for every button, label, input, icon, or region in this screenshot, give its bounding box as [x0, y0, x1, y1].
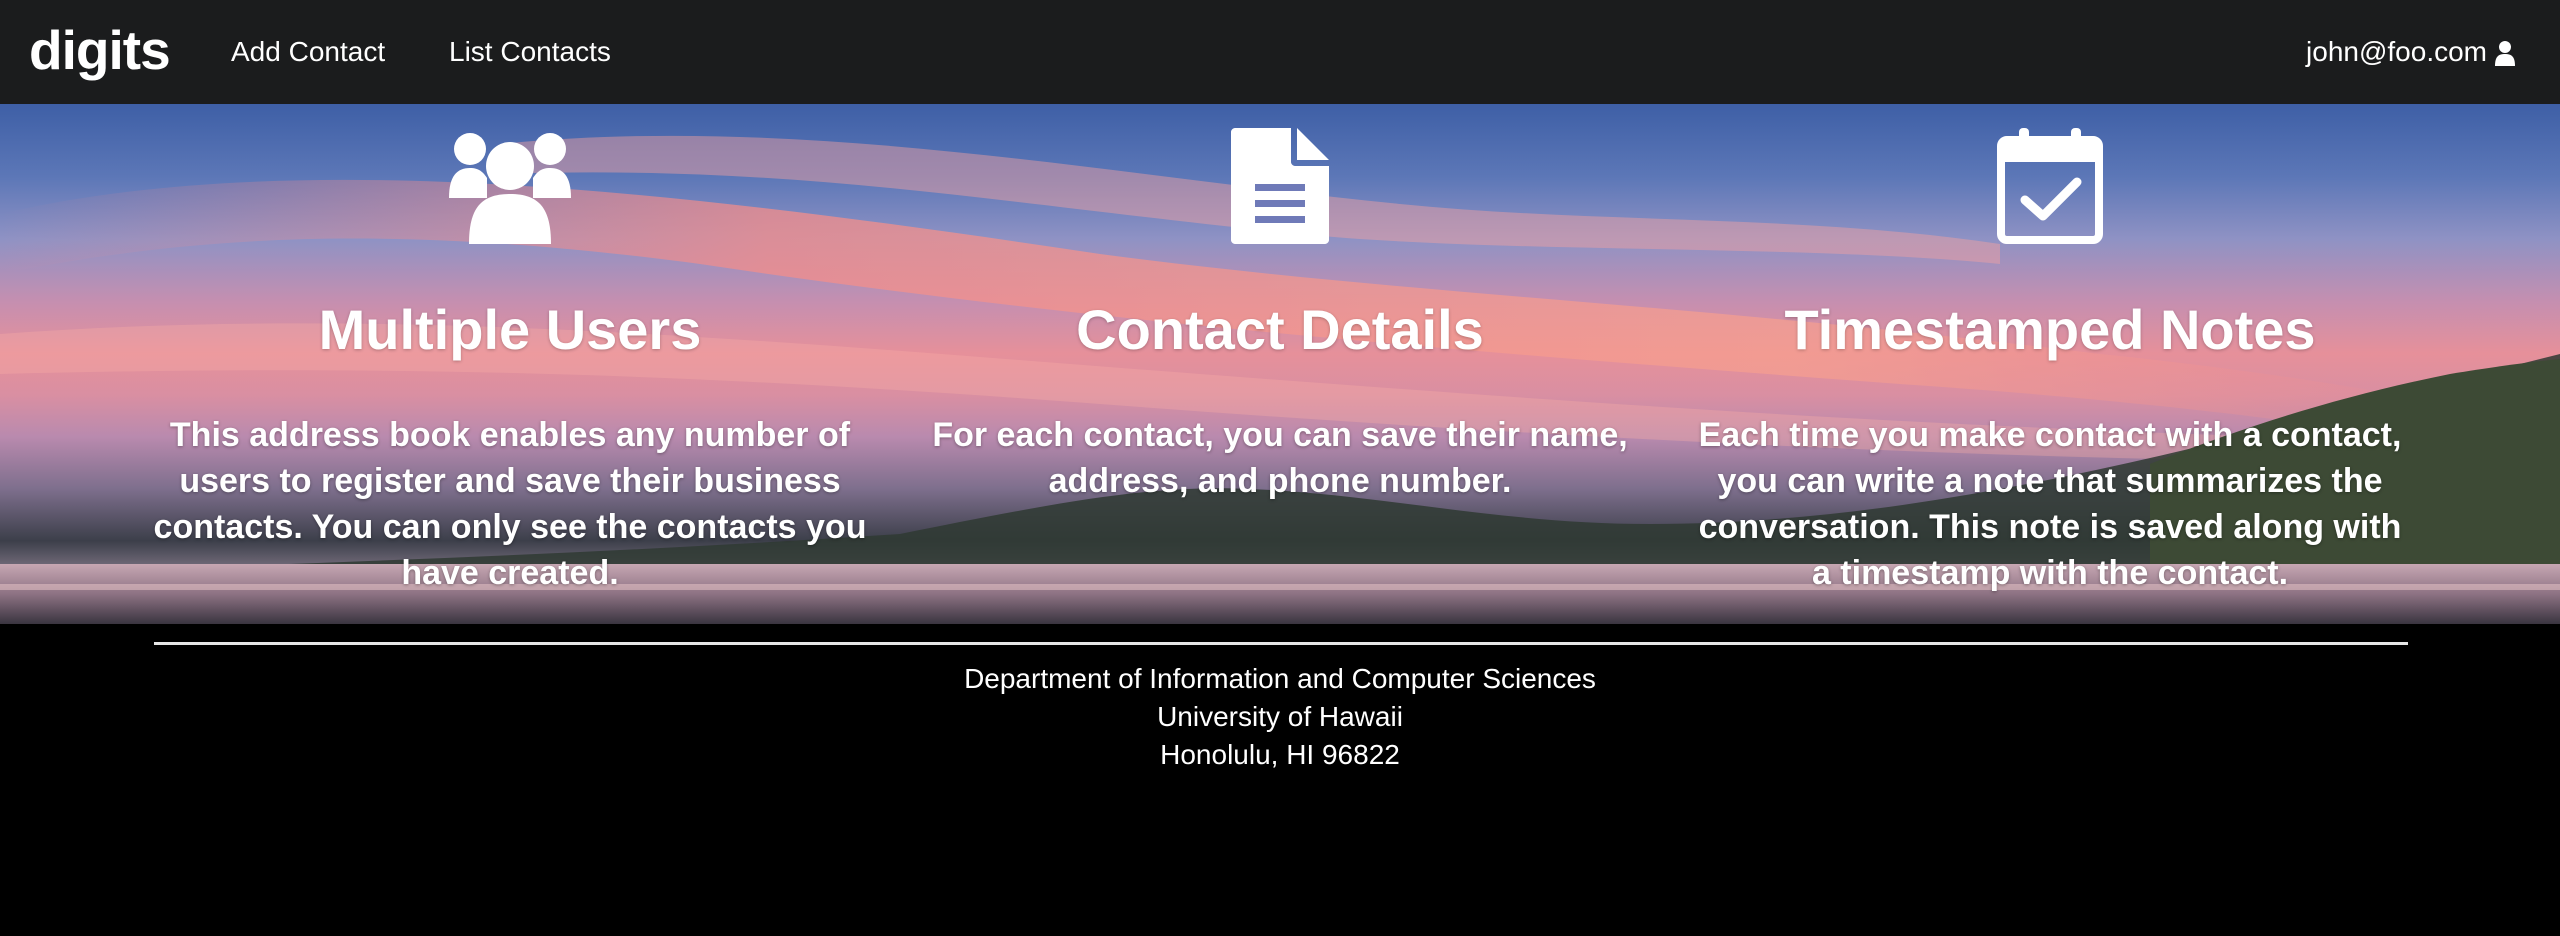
page-footer: Department of Information and Computer S… — [0, 624, 2560, 936]
file-text-icon — [1231, 128, 1329, 244]
user-email: john@foo.com — [2306, 36, 2487, 67]
footer-university: University of Hawaii — [1157, 701, 1403, 732]
user-icon — [2495, 39, 2515, 66]
top-navbar: digits Add Contact List Contacts john@fo… — [0, 0, 2560, 104]
hero-banner: Multiple Users This address book enables… — [0, 104, 2560, 624]
feature-description: Each time you make contact with a contac… — [1698, 416, 2402, 592]
brand-logo[interactable]: digits — [29, 18, 171, 82]
footer-divider — [154, 642, 2408, 645]
user-menu[interactable]: john@foo.com — [2306, 34, 2515, 70]
footer-department: Department of Information and Computer S… — [964, 663, 1596, 694]
users-icon — [449, 133, 571, 244]
feature-description: This address book enables any number of … — [153, 416, 867, 592]
nav-add-contact[interactable]: Add Contact — [231, 34, 385, 70]
footer-address: Honolulu, HI 96822 — [1160, 739, 1400, 770]
feature-title: Contact Details — [1076, 298, 1484, 361]
feature-title: Timestamped Notes — [1784, 298, 2316, 361]
nav-list-contacts[interactable]: List Contacts — [449, 34, 611, 70]
feature-description: For each contact, you can save their nam… — [932, 416, 1628, 500]
feature-title: Multiple Users — [318, 298, 702, 361]
calendar-check-icon — [1997, 128, 2103, 244]
